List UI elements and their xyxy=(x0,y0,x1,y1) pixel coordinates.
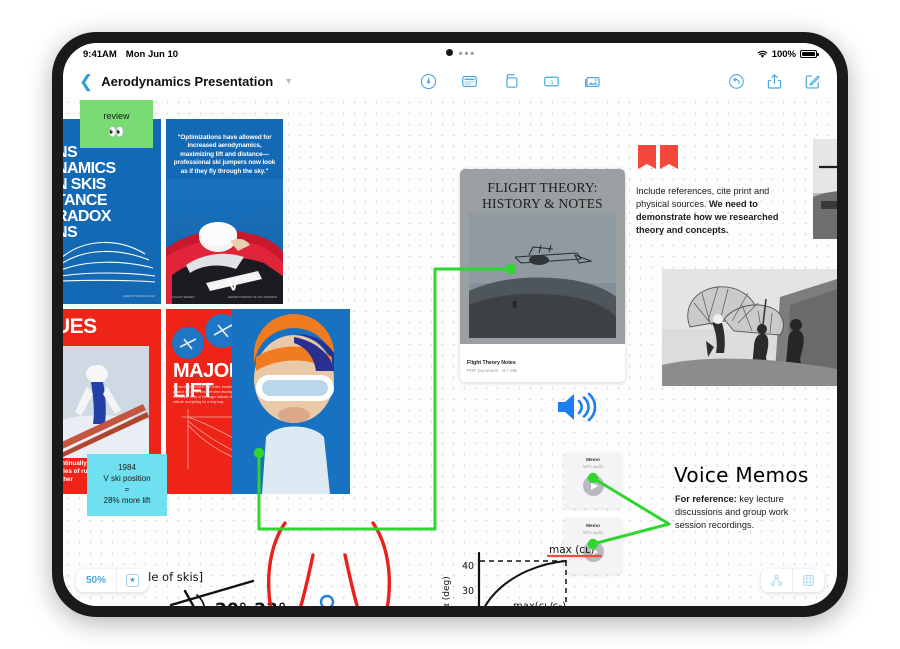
text-box-icon[interactable] xyxy=(461,73,478,90)
stat-year: 1984 xyxy=(118,463,136,473)
device-screen: 9:41AM Mon Jun 10 ••• 100% ❮ Aerodynamic… xyxy=(63,43,837,606)
star-icon: ★ xyxy=(126,574,140,587)
poster-skier-portrait[interactable] xyxy=(232,309,350,494)
memo-subtitle: MP3 audio xyxy=(582,464,604,469)
poster-credit: FLIGHT SERIES xyxy=(172,295,195,299)
poster-quote-text: "Optimizations have allowed for increase… xyxy=(173,134,276,175)
svg-text:max (cʟ): max (cʟ) xyxy=(549,544,595,556)
voice-memos-heading: Voice Memos xyxy=(674,463,809,487)
chevron-down-icon[interactable]: ▼ xyxy=(284,76,293,86)
grid-table-icon[interactable] xyxy=(793,574,824,587)
sticky-note-stat[interactable]: 1984 V ski position = 28% more lift xyxy=(87,454,167,516)
pdf-thumbnail: FLIGHT THEORY: HISTORY & NOTES xyxy=(460,169,625,344)
lift-chart-svg: 40 30 20 α (deg) max (cʟ) max(cʟ/c₀) xyxy=(442,544,603,606)
poster-headline-text: NSNAMICSN SKISTANCERADOXNS xyxy=(63,144,116,241)
toolbar-left: ❮ Aerodynamics Presentation ▼ xyxy=(79,73,293,90)
canvas-view-controls[interactable] xyxy=(761,569,824,592)
hand-drawn-lift-chart: 40 30 20 α (deg) max (cʟ) max(cʟ/c₀) xyxy=(435,537,615,606)
play-icon[interactable] xyxy=(582,475,604,496)
airfoil-diagram xyxy=(63,241,156,283)
svg-text:A: A xyxy=(549,78,554,85)
zoom-control[interactable]: 50% ★ xyxy=(76,569,149,592)
device-bezel: 9:41AM Mon Jun 10 ••• 100% ❮ Aerodynamic… xyxy=(63,43,837,606)
glider-photo-small-image xyxy=(813,139,837,239)
open-book-icon xyxy=(638,145,678,169)
stat-result: 28% more lift xyxy=(103,495,151,505)
pdf-file-info: Flight Theory Notes PDF Document · 8.7 M… xyxy=(460,357,625,382)
page-title: Aerodynamics Presentation xyxy=(101,73,274,89)
pdf-file-name: Flight Theory Notes xyxy=(467,360,516,366)
status-bar-left: 9:41AM Mon Jun 10 xyxy=(83,49,178,60)
stat-position: V ski position xyxy=(103,474,151,484)
poster-quote[interactable]: "Optimizations have allowed for increase… xyxy=(166,119,283,304)
zoom-level[interactable]: 50% xyxy=(76,575,116,586)
compose-icon[interactable] xyxy=(804,73,821,90)
wifi-icon xyxy=(757,50,768,59)
back-chevron-icon[interactable]: ❮ xyxy=(79,73,93,90)
memo-card[interactable]: Memo MP3 audio xyxy=(564,452,622,508)
toolbar-tools: A xyxy=(293,73,728,90)
memo-subtitle: MP3 audio xyxy=(582,530,604,535)
svg-text:α (deg): α (deg) xyxy=(442,576,452,606)
markup-pen-icon[interactable] xyxy=(420,73,437,90)
battery-percent: 100% xyxy=(771,48,796,60)
pdf-file-meta: PDF Document · 8.7 MB xyxy=(467,367,518,373)
app-toolbar: ❮ Aerodynamics Presentation ▼ A xyxy=(63,65,837,97)
memo-title: Memo xyxy=(586,458,600,463)
text-style-icon[interactable]: A xyxy=(543,73,560,90)
status-time: 9:41AM xyxy=(83,48,117,60)
undo-icon[interactable] xyxy=(728,73,745,90)
voice-memos-body-bold: For reference: xyxy=(675,494,737,504)
nodes-graph-icon[interactable] xyxy=(761,574,792,587)
skier-portrait-photo xyxy=(232,309,350,494)
glider-photo-small[interactable] xyxy=(813,139,837,239)
ski-jumper-photo-2 xyxy=(63,346,149,458)
vintage-glider-illustration xyxy=(469,213,616,338)
media-icon[interactable] xyxy=(584,73,601,90)
voice-memos-body: For reference: key lecture discussions a… xyxy=(675,493,815,532)
poster-credit: AERODYNAMICS 2024 xyxy=(123,294,155,298)
stat-equals: = xyxy=(124,485,130,494)
poster-credit-2: AERODYNAMICS OF SKI JUMPING xyxy=(227,295,277,299)
sticky-note-review[interactable]: review 👀 xyxy=(80,100,153,148)
lilienthal-glider-photo[interactable] xyxy=(662,269,837,386)
battery-full-icon xyxy=(800,50,819,58)
svg-text:max(cʟ/c₀): max(cʟ/c₀) xyxy=(513,601,566,606)
sticky-note-review-text: review xyxy=(103,111,130,122)
tablet-device: 9:41AM Mon Jun 10 ••• 100% ❮ Aerodynamic… xyxy=(52,32,848,617)
ski-jumper-photo: V xyxy=(166,179,283,304)
pdf-cover-title: FLIGHT THEORY: HISTORY & NOTES xyxy=(482,180,603,211)
status-bar-right: 100% xyxy=(757,48,819,60)
lilienthal-glider-image xyxy=(662,269,837,386)
handwriting-angle-value: 20°-23° xyxy=(215,600,286,606)
star-button[interactable]: ★ xyxy=(117,574,148,587)
toolbar-actions xyxy=(728,73,821,90)
poster-red-headline: UES xyxy=(63,315,97,338)
svg-text:30: 30 xyxy=(462,586,474,597)
status-bar-dots: ••• xyxy=(458,48,477,60)
memo-title: Memo xyxy=(586,524,600,529)
status-date: Mon Jun 10 xyxy=(125,48,179,60)
reference-note-text: Include references, cite print and physi… xyxy=(636,185,786,237)
speaker-wave-icon[interactable] xyxy=(555,390,597,424)
svg-text:40: 40 xyxy=(462,561,474,572)
document-canvas[interactable]: NSNAMICSN SKISTANCERADOXNS AERODYNAMICS … xyxy=(63,97,837,606)
pdf-cover-photo xyxy=(469,213,616,338)
front-camera xyxy=(446,49,453,56)
share-icon[interactable] xyxy=(766,73,783,90)
pdf-attachment-card[interactable]: FLIGHT THEORY: HISTORY & NOTES Flight Th… xyxy=(460,169,625,382)
eyes-emoji: 👀 xyxy=(108,123,125,139)
reference-note-block: Include references, cite print and physi… xyxy=(636,143,786,237)
shapes-icon[interactable] xyxy=(502,73,519,90)
